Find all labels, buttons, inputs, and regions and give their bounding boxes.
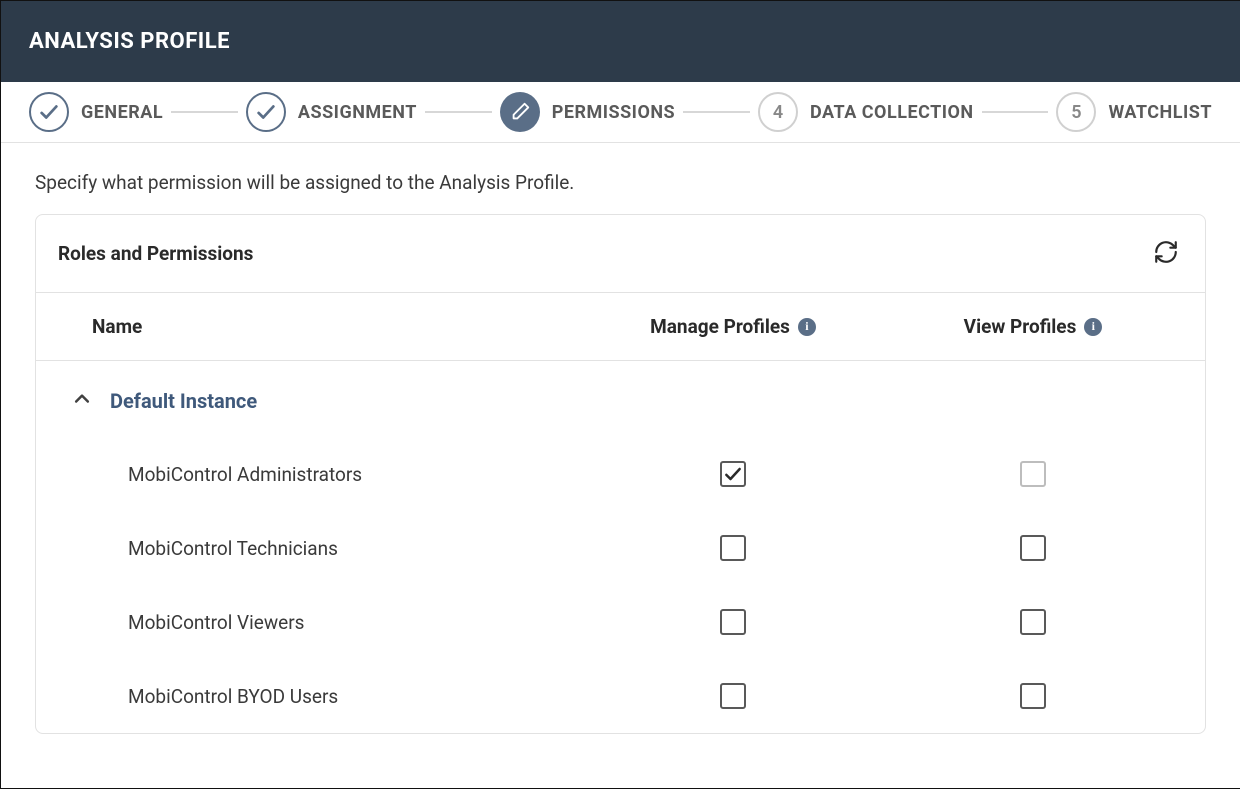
column-view: View Profiles i	[883, 315, 1183, 338]
step-connector	[683, 111, 750, 113]
step-connector	[171, 111, 238, 113]
step-assignment[interactable]: ASSIGNMENT	[246, 92, 417, 132]
view-profiles-checkbox[interactable]	[1020, 535, 1046, 561]
info-icon[interactable]: i	[1084, 318, 1102, 336]
step-label: DATA COLLECTION	[810, 102, 974, 123]
panel-title: Roles and Permissions	[58, 242, 253, 265]
info-icon[interactable]: i	[798, 318, 816, 336]
role-name: MobiControl BYOD Users	[128, 685, 583, 708]
intro-text: Specify what permission will be assigned…	[35, 171, 1206, 194]
refresh-icon	[1153, 239, 1179, 265]
manage-profiles-checkbox[interactable]	[720, 683, 746, 709]
view-profiles-checkbox-cell	[883, 609, 1183, 635]
wizard-stepper: GENERAL ASSIGNMENT PERMISSIONS 4 DATA CO…	[1, 82, 1240, 143]
roles-body: MobiControl Administrators MobiControl Te…	[36, 437, 1205, 733]
manage-profiles-checkbox-cell	[583, 609, 883, 635]
role-name: MobiControl Administrators	[128, 463, 583, 486]
step-label: ASSIGNMENT	[298, 102, 417, 123]
step-watchlist[interactable]: 5 WATCHLIST	[1056, 92, 1212, 132]
step-general[interactable]: GENERAL	[29, 92, 163, 132]
step-label: PERMISSIONS	[552, 102, 675, 123]
panel-header: Roles and Permissions	[36, 215, 1205, 293]
column-manage: Manage Profiles i	[583, 315, 883, 338]
check-icon	[246, 92, 286, 132]
role-row: MobiControl Technicians	[36, 511, 1205, 585]
pencil-icon	[500, 92, 540, 132]
step-label: GENERAL	[81, 102, 163, 123]
view-profiles-checkbox[interactable]	[1020, 609, 1046, 635]
manage-profiles-checkbox-cell	[583, 683, 883, 709]
manage-profiles-checkbox-cell	[583, 535, 883, 561]
group-label: Default Instance	[110, 389, 257, 413]
table-header-row: Name Manage Profiles i View Profiles i	[36, 293, 1205, 361]
column-manage-label: Manage Profiles	[650, 315, 790, 338]
step-connector	[425, 111, 492, 113]
roles-panel: Roles and Permissions Name Manage Profil…	[35, 214, 1206, 734]
step-data-collection[interactable]: 4 DATA COLLECTION	[758, 92, 974, 132]
view-profiles-checkbox-cell	[883, 461, 1183, 487]
manage-profiles-checkbox[interactable]	[720, 535, 746, 561]
page-header: ANALYSIS PROFILE	[1, 1, 1240, 82]
role-name: MobiControl Viewers	[128, 611, 583, 634]
step-permissions[interactable]: PERMISSIONS	[500, 92, 675, 132]
view-profiles-checkbox[interactable]	[1020, 683, 1046, 709]
refresh-button[interactable]	[1149, 235, 1183, 272]
page-content: Specify what permission will be assigned…	[1, 143, 1240, 788]
role-name: MobiControl Technicians	[128, 537, 583, 560]
column-name: Name	[92, 315, 583, 338]
view-profiles-checkbox-cell	[883, 683, 1183, 709]
group-toggle-row[interactable]: Default Instance	[36, 361, 1205, 437]
manage-profiles-checkbox-cell	[583, 461, 883, 487]
manage-profiles-checkbox[interactable]	[720, 461, 746, 487]
step-number: 5	[1056, 92, 1096, 132]
role-row: MobiControl Viewers	[36, 585, 1205, 659]
column-view-label: View Profiles	[964, 315, 1077, 338]
check-icon	[29, 92, 69, 132]
view-profiles-checkbox-cell	[883, 535, 1183, 561]
role-row: MobiControl Administrators	[36, 437, 1205, 511]
role-row: MobiControl BYOD Users	[36, 659, 1205, 733]
step-connector	[982, 111, 1049, 113]
chevron-up-icon	[72, 389, 92, 413]
step-label: WATCHLIST	[1108, 102, 1212, 123]
app-root: ANALYSIS PROFILE GENERAL ASSIGNMENT	[0, 0, 1240, 789]
manage-profiles-checkbox[interactable]	[720, 609, 746, 635]
page-title: ANALYSIS PROFILE	[29, 29, 1212, 54]
view-profiles-checkbox[interactable]	[1020, 461, 1046, 487]
step-number: 4	[758, 92, 798, 132]
